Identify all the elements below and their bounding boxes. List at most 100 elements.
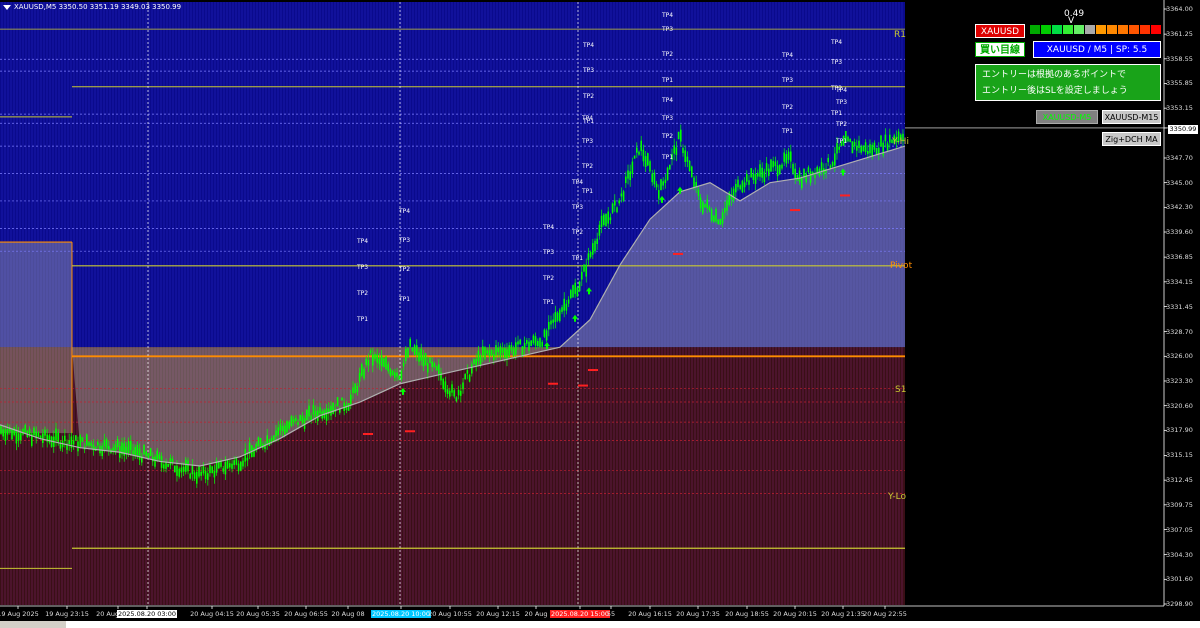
candle-body bbox=[827, 157, 829, 163]
tp-label: TP1 bbox=[543, 299, 555, 307]
candle-body bbox=[6, 428, 9, 435]
candle-body bbox=[198, 466, 200, 477]
zig-dch-ma-button[interactable]: Zig+DCH MA bbox=[1102, 132, 1161, 146]
candle-body bbox=[449, 390, 451, 397]
candle-body bbox=[633, 155, 636, 159]
xauusd-m15-button[interactable]: XAUUSD-M15 bbox=[1102, 110, 1161, 124]
candle-body bbox=[550, 320, 552, 325]
candle-body bbox=[167, 463, 169, 467]
candle-body bbox=[292, 418, 295, 423]
candle-body bbox=[787, 151, 790, 160]
candle-body bbox=[400, 370, 403, 380]
candle-body bbox=[732, 188, 735, 201]
tp-label: TP4 bbox=[543, 224, 555, 232]
candle-body bbox=[523, 342, 526, 349]
candle-body bbox=[603, 214, 605, 226]
collapse-triangle-icon[interactable] bbox=[3, 4, 11, 10]
time-tick-label: 20 Aug 08 bbox=[331, 610, 365, 618]
candle-body bbox=[24, 425, 26, 433]
candle-body bbox=[660, 179, 662, 190]
strength-cell bbox=[1096, 25, 1106, 34]
candle-body bbox=[851, 141, 854, 154]
candle-body bbox=[433, 363, 436, 367]
candle-body bbox=[662, 181, 664, 186]
candle-body bbox=[526, 340, 528, 344]
candle-body bbox=[136, 444, 139, 456]
candle-body bbox=[369, 350, 372, 354]
candle-body bbox=[57, 432, 59, 442]
candle-body bbox=[739, 185, 741, 190]
candle-body bbox=[442, 378, 444, 389]
candle-body bbox=[277, 427, 279, 436]
candle-body bbox=[466, 370, 469, 374]
candle-body bbox=[495, 345, 497, 356]
candle-body bbox=[156, 450, 158, 460]
candle-body bbox=[191, 465, 194, 475]
candle-body bbox=[77, 441, 79, 452]
candle-body bbox=[475, 359, 477, 366]
strength-cell bbox=[1118, 25, 1128, 34]
candle-body bbox=[473, 359, 475, 364]
candle-body bbox=[385, 356, 387, 370]
candle-body bbox=[713, 215, 715, 222]
candle-body bbox=[638, 151, 640, 155]
candle-body bbox=[497, 348, 499, 353]
time-tick-label: 20 Aug 21:35 bbox=[821, 610, 865, 618]
price-tick-label: 3336.85 bbox=[1166, 253, 1193, 262]
candle-body bbox=[244, 449, 246, 462]
candle-body bbox=[317, 410, 319, 422]
candle-body bbox=[640, 140, 642, 152]
candle-body bbox=[231, 463, 233, 469]
tp-label: TP2 bbox=[357, 290, 369, 298]
candle-body bbox=[757, 172, 759, 177]
candle-body bbox=[708, 206, 711, 211]
pivot-label: Pivot bbox=[890, 261, 913, 271]
time-tick-label: 20 Aug 12:15 bbox=[476, 610, 520, 618]
candle-body bbox=[224, 461, 227, 475]
candle-body bbox=[259, 438, 262, 448]
candle-body bbox=[484, 347, 486, 360]
candle-body bbox=[680, 129, 682, 142]
candle-body bbox=[545, 330, 548, 341]
candle-body bbox=[673, 145, 675, 154]
candle-body bbox=[867, 151, 869, 154]
candle-body bbox=[779, 164, 781, 175]
candle-body bbox=[684, 150, 686, 162]
chart-header: XAUUSD,M5 3350.50 3351.19 3349.03 3350.9… bbox=[3, 3, 181, 11]
candle-body bbox=[783, 152, 785, 162]
candle-body bbox=[706, 199, 708, 209]
price-tick-label: 3361.25 bbox=[1166, 30, 1193, 39]
candle-body bbox=[42, 433, 44, 444]
candle-body bbox=[28, 428, 31, 435]
tp-label: TP4 bbox=[662, 12, 674, 20]
candle-body bbox=[554, 312, 557, 323]
candle-body bbox=[303, 418, 306, 429]
candle-body bbox=[158, 454, 161, 459]
candle-body bbox=[112, 447, 114, 451]
xauusd-m5-button[interactable]: XAUUSD-M5 bbox=[1036, 110, 1098, 124]
candle-body bbox=[319, 407, 321, 414]
strength-cell bbox=[1074, 25, 1084, 34]
entry-note: エントリーは根拠のあるポイントで エントリー後はSLを設定しましょう bbox=[975, 64, 1161, 101]
candle-body bbox=[149, 448, 152, 456]
candle-body bbox=[620, 193, 623, 197]
candle-body bbox=[486, 350, 488, 354]
buy-bias-badge: 買い目線 bbox=[975, 42, 1025, 57]
tp-label: TP4 bbox=[399, 207, 411, 215]
candle-body bbox=[462, 382, 464, 390]
tp-label: TP3 bbox=[831, 58, 843, 66]
candle-body bbox=[592, 243, 594, 255]
tp-label: TP3 bbox=[582, 138, 594, 146]
candle-body bbox=[805, 173, 807, 183]
candle-body bbox=[145, 451, 147, 456]
tp-label: TP2 bbox=[583, 92, 595, 100]
tp-label: TP3 bbox=[572, 204, 584, 212]
candle-body bbox=[869, 144, 871, 154]
tp-label: TP4 bbox=[572, 178, 584, 186]
candle-body bbox=[200, 471, 202, 476]
candle-body bbox=[237, 463, 240, 472]
candle-body bbox=[79, 435, 81, 447]
candle-body bbox=[253, 447, 255, 457]
candle-body bbox=[609, 217, 612, 221]
candle-body bbox=[416, 345, 418, 356]
